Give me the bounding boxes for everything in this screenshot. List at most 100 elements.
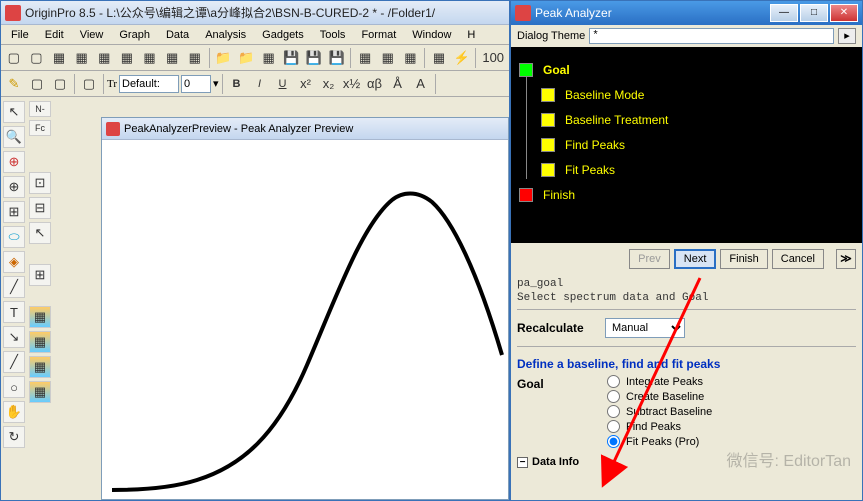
region-tool-icon[interactable]: ◈ (3, 251, 25, 273)
scale-out-icon[interactable]: ⊟ (29, 197, 51, 219)
radio-create-baseline[interactable]: Create Baseline (607, 390, 712, 403)
help-collapse-icon[interactable]: ≫ (836, 249, 856, 269)
new-layout-icon[interactable]: ▦ (139, 47, 161, 69)
radio-fit-input[interactable] (607, 435, 620, 448)
subscript-icon[interactable]: x₂ (318, 73, 340, 95)
text-tool-icon[interactable]: T (3, 301, 25, 323)
import-single-icon[interactable]: ▦ (377, 47, 399, 69)
new-function-icon[interactable]: ▦ (184, 47, 206, 69)
copy-format-icon[interactable]: ▢ (26, 73, 48, 95)
radio-create-input[interactable] (607, 390, 620, 403)
reader-tool-icon[interactable]: ⊕ (3, 151, 25, 173)
menu-file[interactable]: File (3, 27, 37, 43)
paste-format-icon[interactable]: ▢ (49, 73, 71, 95)
import-wizard-icon[interactable]: ▦ (354, 47, 376, 69)
radio-integrate-peaks[interactable]: Integrate Peaks (607, 375, 712, 388)
radio-fit-peaks-pro[interactable]: Fit Peaks (Pro) (607, 435, 712, 448)
template4-icon[interactable]: ▦ (29, 381, 51, 403)
rect-tool-icon[interactable]: ○ (3, 376, 25, 398)
menu-help[interactable]: H (459, 27, 483, 43)
screen-reader-icon[interactable]: ⊕ (3, 176, 25, 198)
tree-step-find-peaks[interactable]: Find Peaks (541, 132, 854, 157)
font-decrease-icon[interactable]: A (410, 73, 432, 95)
menu-view[interactable]: View (72, 27, 112, 43)
greek-icon[interactable]: αβ (364, 73, 386, 95)
data-info-row[interactable]: − Data Info (517, 448, 856, 468)
radio-find-input[interactable] (607, 420, 620, 433)
menu-window[interactable]: Window (404, 27, 459, 43)
pointer2-icon[interactable]: ↖ (29, 222, 51, 244)
font-size-input[interactable] (181, 75, 211, 93)
italic-icon[interactable]: I (249, 73, 271, 95)
new-col-icon[interactable]: N- (29, 101, 51, 117)
tree-step-fit-peaks[interactable]: Fit Peaks (541, 157, 854, 182)
superscript-icon[interactable]: x² (295, 73, 317, 95)
new-matrix-icon[interactable]: ▦ (116, 47, 138, 69)
open-icon[interactable]: 📁 (213, 47, 235, 69)
font-size-dropdown-icon[interactable]: ▾ (213, 77, 219, 90)
pa-titlebar[interactable]: Peak Analyzer — □ ✕ (511, 1, 862, 25)
finish-button[interactable]: Finish (720, 249, 767, 269)
bold-icon[interactable]: B (226, 73, 248, 95)
template2-icon[interactable]: ▦ (29, 331, 51, 353)
draw-data-icon[interactable]: ╱ (3, 276, 25, 298)
font-increase-icon[interactable]: Å (387, 73, 409, 95)
menu-edit[interactable]: Edit (37, 27, 72, 43)
line-tool-icon[interactable]: ╱ (3, 351, 25, 373)
menu-data[interactable]: Data (158, 27, 197, 43)
recalculate-icon[interactable]: ⚡ (451, 47, 473, 69)
save-icon[interactable]: 💾 (280, 47, 302, 69)
region-data-icon[interactable]: ✋ (3, 401, 25, 423)
cancel-button[interactable]: Cancel (772, 249, 824, 269)
save-template-icon[interactable]: 💾 (303, 47, 325, 69)
data-selector-icon[interactable]: ⊞ (3, 201, 25, 223)
supersub-icon[interactable]: x½ (341, 73, 363, 95)
font-name-input[interactable] (119, 75, 179, 93)
underline-icon[interactable]: U (272, 73, 294, 95)
format-col-icon[interactable]: Fc (29, 120, 51, 136)
batch-icon[interactable]: ▦ (428, 47, 450, 69)
menu-tools[interactable]: Tools (312, 27, 354, 43)
dialog-theme-input[interactable] (589, 28, 834, 44)
save-window-icon[interactable]: 💾 (326, 47, 348, 69)
recalculate-select[interactable]: Manual (605, 318, 685, 338)
new-folder-icon[interactable]: ▢ (26, 47, 48, 69)
tree-step-baseline-mode[interactable]: Baseline Mode (541, 82, 854, 107)
template1-icon[interactable]: ▦ (29, 306, 51, 328)
rotate-icon[interactable]: ↻ (3, 426, 25, 448)
new-workbook-icon[interactable]: ▦ (48, 47, 70, 69)
menu-analysis[interactable]: Analysis (197, 27, 254, 43)
new-excel-icon[interactable]: ▦ (71, 47, 93, 69)
zoom-value[interactable]: 100 (479, 47, 507, 69)
rescale-icon[interactable]: ⊞ (29, 264, 51, 286)
new-project-icon[interactable]: ▢ (3, 47, 25, 69)
radio-find-peaks[interactable]: Find Peaks (607, 420, 712, 433)
tree-step-baseline-treatment[interactable]: Baseline Treatment (541, 107, 854, 132)
duplicate-icon[interactable]: ▢ (78, 73, 100, 95)
tree-step-goal[interactable]: Goal (519, 57, 854, 82)
annotation-icon[interactable]: ✎ (3, 73, 25, 95)
tree-step-finish[interactable]: Finish (519, 182, 854, 207)
new-graph-icon[interactable]: ▦ (94, 47, 116, 69)
dialog-theme-dropdown-icon[interactable]: ▸ (838, 28, 856, 44)
menu-gadgets[interactable]: Gadgets (254, 27, 312, 43)
pointer-tool-icon[interactable]: ↖ (3, 101, 25, 123)
template3-icon[interactable]: ▦ (29, 356, 51, 378)
scale-in-icon[interactable]: ⊡ (29, 172, 51, 194)
prev-button[interactable]: Prev (629, 249, 670, 269)
menu-format[interactable]: Format (353, 27, 404, 43)
mask-tool-icon[interactable]: ⬭ (3, 226, 25, 248)
next-button[interactable]: Next (674, 249, 717, 269)
radio-subtract-input[interactable] (607, 405, 620, 418)
open-excel-icon[interactable]: ▦ (258, 47, 280, 69)
menu-graph[interactable]: Graph (111, 27, 158, 43)
close-button[interactable]: ✕ (830, 4, 858, 22)
radio-subtract-baseline[interactable]: Subtract Baseline (607, 405, 712, 418)
zoom-tool-icon[interactable]: 🔍 (3, 126, 25, 148)
maximize-button[interactable]: □ (800, 4, 828, 22)
arrow-tool-icon[interactable]: ↘ (3, 326, 25, 348)
open-template-icon[interactable]: 📁 (235, 47, 257, 69)
minimize-button[interactable]: — (770, 4, 798, 22)
new-notes-icon[interactable]: ▦ (161, 47, 183, 69)
radio-integrate-input[interactable] (607, 375, 620, 388)
